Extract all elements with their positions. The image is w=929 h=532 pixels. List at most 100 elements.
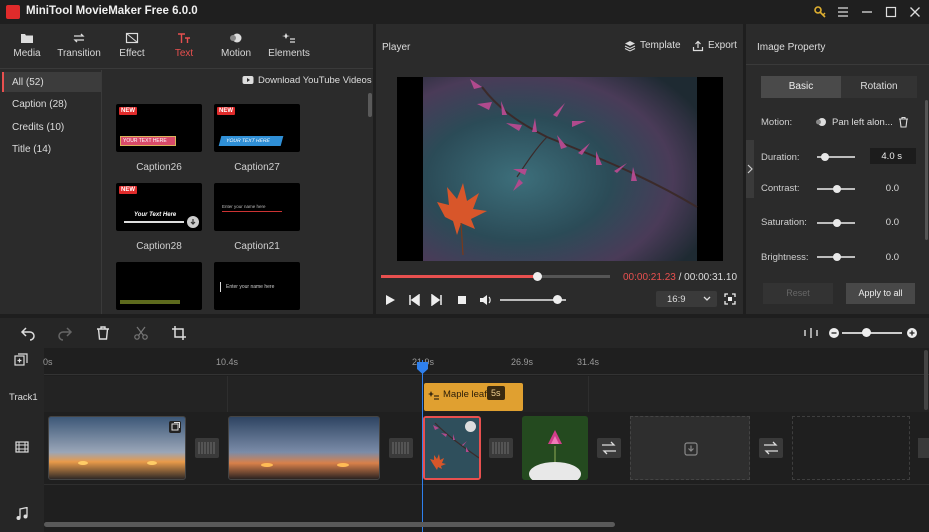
transition-slot-3[interactable] [489, 438, 513, 458]
brightness-knob[interactable] [833, 253, 841, 261]
maximize-icon[interactable] [882, 3, 900, 21]
effect-icon [125, 32, 139, 44]
crop-icon[interactable] [171, 325, 187, 341]
previous-frame-icon[interactable] [408, 294, 420, 306]
playhead-line [422, 360, 423, 532]
key-icon[interactable] [811, 3, 829, 21]
panel-collapse-handle[interactable] [746, 140, 754, 198]
elements-icon [282, 33, 295, 43]
fullscreen-icon[interactable] [724, 293, 736, 305]
progress-knob[interactable] [532, 272, 542, 281]
tab-motion-label: Motion [220, 48, 251, 59]
video-track-header [0, 412, 44, 484]
trash-icon[interactable] [898, 116, 909, 128]
aspect-ratio-select[interactable]: 16:9 [656, 291, 717, 307]
tab-motion[interactable]: Motion [211, 32, 261, 66]
template-button[interactable]: Template [640, 40, 681, 51]
caption26-thumb[interactable]: NEW YOUR TEXT HERE [116, 104, 202, 152]
playhead-handle[interactable] [417, 362, 428, 374]
next-frame-icon[interactable] [431, 294, 443, 306]
transition-swap-1[interactable] [597, 438, 621, 458]
folder-icon [21, 34, 33, 43]
transition-slot-2[interactable] [389, 438, 413, 458]
caption27-thumb[interactable]: NEW YOUR TEXT HERE [214, 104, 300, 152]
template-layers-icon [624, 40, 636, 52]
empty-clip-slot[interactable] [630, 416, 750, 480]
ruler-label-1: 10.4s [216, 357, 239, 367]
add-track-icon[interactable] [14, 353, 28, 367]
download-youtube-link[interactable]: Download YouTube Videos [258, 75, 372, 86]
timeline-scrollbar[interactable] [44, 522, 615, 527]
app-title: MiniTool MovieMaker Free 6.0.0 [26, 5, 198, 17]
transition-swap-2[interactable] [759, 438, 783, 458]
tab-transition[interactable]: Transition [54, 32, 104, 66]
zoom-in-icon[interactable] [904, 325, 920, 341]
text-clip-maple-leaf[interactable]: Maple leaf 5s [424, 383, 523, 411]
tab-media[interactable]: Media [2, 32, 52, 66]
music-note-icon [15, 507, 29, 521]
menu-icon[interactable] [834, 3, 852, 21]
category-title[interactable]: Title (14) [12, 144, 51, 155]
tab-basic[interactable]: Basic [761, 76, 841, 98]
contrast-knob[interactable] [833, 185, 841, 193]
volume-icon[interactable] [479, 293, 493, 307]
video-clip-sunset-1[interactable] [48, 416, 186, 480]
property-panel [746, 24, 929, 314]
new-badge: NEW [119, 186, 137, 194]
video-clip-sunset-2[interactable] [228, 416, 380, 480]
motion-ball-icon [465, 421, 476, 432]
library-scrollbar[interactable] [368, 93, 372, 117]
reset-button[interactable]: Reset [763, 283, 833, 304]
duration-label: Duration: [761, 152, 800, 163]
tab-rotation[interactable]: Rotation [841, 76, 917, 98]
stop-icon[interactable] [456, 294, 468, 306]
download-icon[interactable] [187, 216, 199, 228]
caption-thumb-6[interactable]: Enter your name here [214, 262, 300, 310]
tab-transition-label: Transition [57, 48, 101, 59]
minimize-icon[interactable] [858, 3, 876, 21]
category-caption[interactable]: Caption (28) [12, 99, 67, 110]
close-icon[interactable] [906, 3, 924, 21]
tab-text[interactable]: Text [159, 32, 209, 66]
text-icon [178, 33, 190, 43]
motion-value[interactable]: Pan left alon... [832, 117, 893, 128]
caption21-thumb[interactable]: Enter your name here [214, 183, 300, 231]
transition-slot-1[interactable] [195, 438, 219, 458]
duration-input[interactable]: 4.0 s [870, 148, 916, 164]
undo-icon[interactable] [20, 325, 36, 341]
video-clip-flower[interactable] [522, 416, 588, 480]
export-icon [692, 40, 704, 52]
duration-knob[interactable] [821, 153, 829, 161]
motion-icon [230, 33, 242, 43]
timeline-vertical-scrollbar[interactable] [924, 350, 928, 410]
caption-thumb-5[interactable] [116, 262, 202, 310]
category-credits[interactable]: Credits (10) [12, 122, 64, 133]
tab-effect[interactable]: Effect [107, 32, 157, 66]
split-scissors-icon[interactable] [133, 325, 149, 341]
zoom-knob[interactable] [862, 328, 871, 337]
tab-text-label: Text [174, 48, 194, 59]
caption-thumb-6-sample: Enter your name here [226, 284, 275, 290]
text-clip-duration: 5s [487, 386, 505, 400]
saturation-knob[interactable] [833, 219, 841, 227]
youtube-icon [242, 75, 256, 85]
property-scrollbar[interactable] [925, 100, 928, 240]
export-button[interactable]: Export [708, 40, 737, 51]
tab-elements[interactable]: Elements [264, 32, 314, 66]
caption28-sample: Your Text Here [134, 212, 177, 218]
caption28-thumb[interactable]: NEW Your Text Here [116, 183, 202, 231]
track1-label: Track1 [9, 392, 38, 403]
apply-to-all-button[interactable]: Apply to all [846, 283, 915, 304]
volume-knob[interactable] [552, 295, 562, 304]
video-clip-maple-selected[interactable] [423, 416, 481, 480]
category-all[interactable]: All (52) [12, 77, 44, 88]
empty-clip-slot-2[interactable] [792, 416, 910, 480]
zoom-out-icon[interactable] [826, 325, 842, 341]
grid-line [588, 376, 589, 412]
fit-timeline-icon[interactable] [803, 325, 819, 341]
delete-icon[interactable] [95, 325, 111, 341]
zoom-slider[interactable] [842, 332, 902, 334]
play-icon[interactable] [384, 294, 396, 306]
caption-thumb-6-bar [220, 282, 221, 292]
redo-icon[interactable] [57, 325, 73, 341]
